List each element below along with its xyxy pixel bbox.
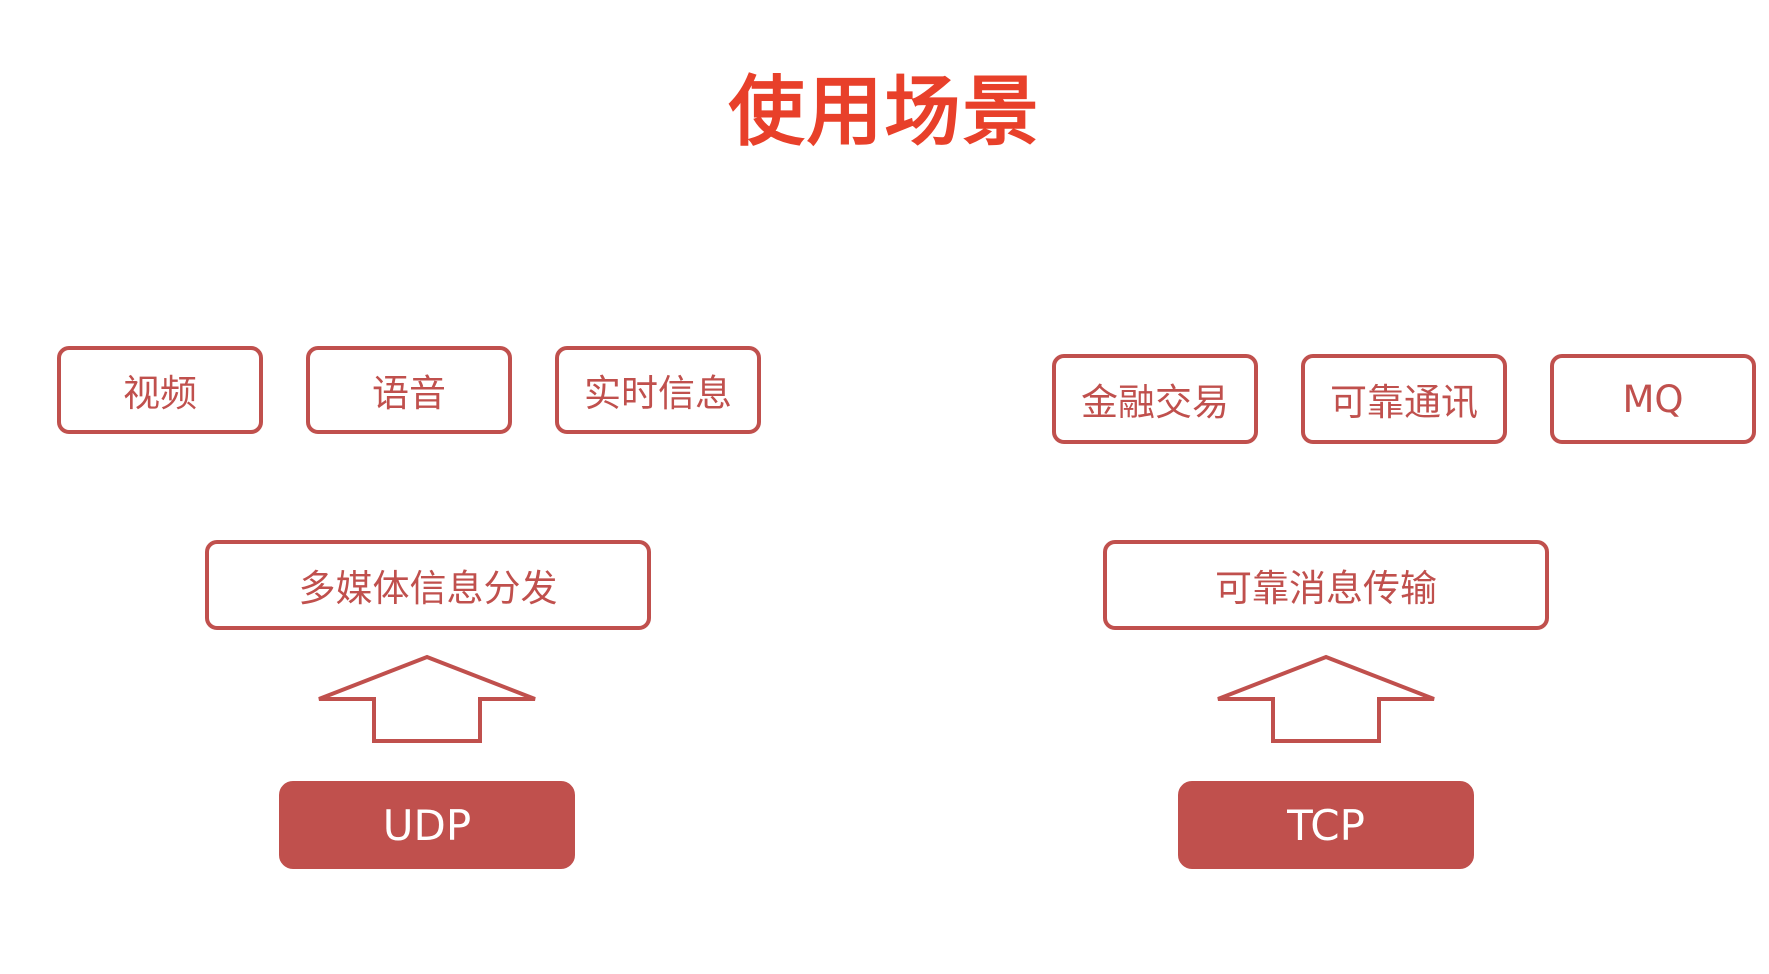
udp-protocol: UDP — [279, 781, 575, 869]
udp-scenario-voice: 语音 — [306, 346, 512, 434]
up-arrow-icon — [318, 654, 536, 743]
tcp-scenario-reliable-communication: 可靠通讯 — [1301, 354, 1507, 444]
tcp-scenario-financial-trading: 金融交易 — [1052, 354, 1258, 444]
udp-category: 多媒体信息分发 — [205, 540, 651, 630]
page-title: 使用场景 — [728, 67, 1041, 156]
tcp-scenario-mq: MQ — [1550, 354, 1756, 444]
tcp-protocol: TCP — [1178, 781, 1474, 869]
tcp-category: 可靠消息传输 — [1103, 540, 1549, 630]
udp-scenario-video: 视频 — [57, 346, 263, 434]
up-arrow-icon — [1217, 654, 1435, 743]
udp-scenario-realtime-info: 实时信息 — [555, 346, 761, 434]
